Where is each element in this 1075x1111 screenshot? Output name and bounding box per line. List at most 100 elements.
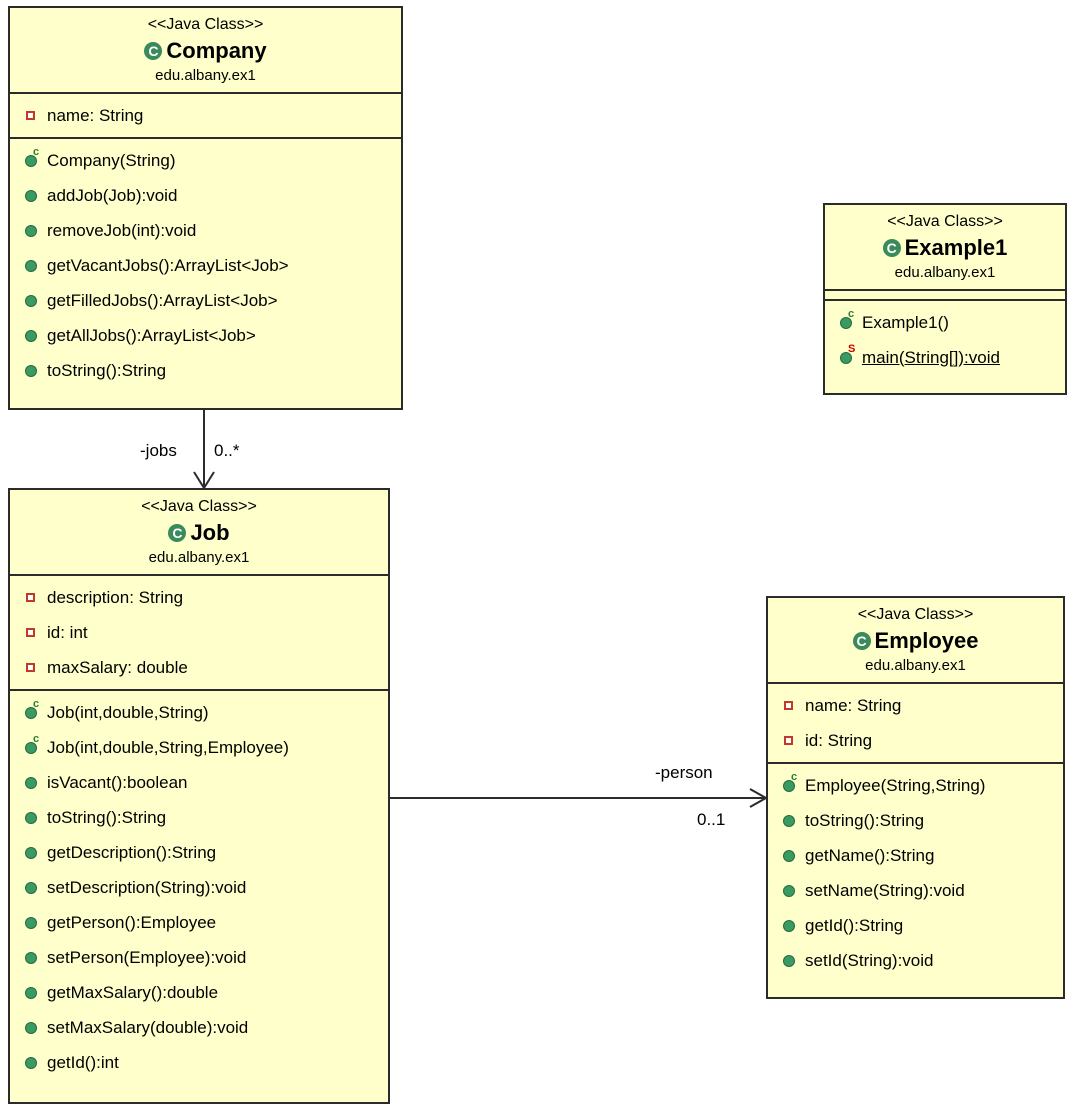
method-row[interactable]: getPerson():Employee [10,905,388,940]
method-row[interactable]: setPerson(Employee):void [10,940,388,975]
employee-class-box[interactable]: <<Java Class>> C Employee edu.albany.ex1… [766,596,1065,999]
method-label: getDescription():String [47,842,217,862]
employee-class-title: C Employee [768,626,1063,656]
public-method-icon [25,189,37,202]
field-row[interactable]: id: int [10,615,388,650]
static-marker: S [848,342,856,355]
public-method-icon [25,294,37,307]
method-row[interactable]: toString():String [768,803,1063,838]
constructor-icon: c [783,771,797,792]
person-role-label: -person [655,763,713,782]
method-row[interactable]: addJob(Job):void [10,178,401,213]
class-icon: C [852,632,871,650]
method-label: getAllJobs():ArrayList<Job> [47,325,256,345]
example1-package: edu.albany.ex1 [894,264,996,281]
method-label: toString():String [805,810,925,830]
method-row[interactable]: setMaxSalary(double):void [10,1010,388,1045]
method-row[interactable]: c Job(int,double,String,Employee) [10,730,388,765]
company-class-header: <<Java Class>> C Company edu.albany.ex1 [10,8,401,92]
field-row[interactable]: name: String [10,98,401,133]
method-row[interactable]: getName():String [768,838,1063,873]
employee-package: edu.albany.ex1 [865,657,966,674]
method-row[interactable]: c Company(String) [10,143,401,178]
constructor-marker: c [33,697,40,710]
method-row[interactable]: getMaxSalary():double [10,975,388,1010]
jobs-multiplicity-label: 0..* [214,441,240,460]
company-class-name: Company [166,38,267,63]
method-label: getName():String [805,845,935,865]
company-class-box[interactable]: <<Java Class>> C Company edu.albany.ex1 … [8,6,403,410]
method-row[interactable]: getFilledJobs():ArrayList<Job> [10,283,401,318]
method-row[interactable]: setName(String):void [768,873,1063,908]
public-method-icon [25,1021,37,1034]
job-class-box[interactable]: <<Java Class>> C Job edu.albany.ex1 desc… [8,488,390,1104]
public-method-icon [783,849,795,862]
public-method-icon [25,916,37,929]
employee-class-header: <<Java Class>> C Employee edu.albany.ex1 [768,598,1063,682]
method-label: setId(String):void [805,950,934,970]
public-method-icon [25,364,37,377]
method-row[interactable]: toString():String [10,800,388,835]
class-icon: C [144,42,163,60]
constructor-marker: c [848,307,855,320]
private-field-icon [26,111,35,120]
method-label: setMaxSalary(double):void [47,1017,249,1037]
example1-class-header: <<Java Class>> C Example1 edu.albany.ex1 [825,205,1065,289]
method-row[interactable]: Smain(String[]):void [825,340,1065,375]
method-row[interactable]: getVacantJobs():ArrayList<Job> [10,248,401,283]
method-label: Example1() [862,312,949,332]
example1-methods: c Example1() Smain(String[]):void [825,299,1065,379]
field-row[interactable]: id: String [768,723,1063,758]
job-stereotype: <<Java Class>> [141,498,257,515]
public-method-icon [25,329,37,342]
method-label: getFilledJobs():ArrayList<Job> [47,290,278,310]
company-methods: c Company(String) addJob(Job):void remove… [10,137,401,392]
method-row[interactable]: setId(String):void [768,943,1063,978]
method-row[interactable]: c Employee(String,String) [768,768,1063,803]
example1-class-name: Example1 [904,235,1008,260]
public-method-icon [783,814,795,827]
method-row[interactable]: getId():int [10,1045,388,1080]
method-label: getVacantJobs():ArrayList<Job> [47,255,289,275]
method-label: Job(int,double,String) [47,702,209,722]
public-method-icon [25,986,37,999]
field-label: name: String [805,695,902,715]
example1-stereotype: <<Java Class>> [887,213,1003,230]
public-method-icon [25,259,37,272]
constructor-icon: c [840,308,854,329]
method-row[interactable]: isVacant():boolean [10,765,388,800]
job-methods: c Job(int,double,String) c Job(int,double,… [10,689,388,1084]
private-field-icon [26,663,35,672]
method-label: Company(String) [47,150,176,170]
method-row[interactable]: c Job(int,double,String) [10,695,388,730]
public-method-icon [25,846,37,859]
public-method-icon [783,954,795,967]
employee-methods: c Employee(String,String) toString():Stri… [768,762,1063,982]
job-package: edu.albany.ex1 [148,549,250,566]
public-method-icon [25,224,37,237]
field-row[interactable]: description: String [10,580,388,615]
method-row[interactable]: setDescription(String):void [10,870,388,905]
method-label: getPerson():Employee [47,912,217,932]
method-label: getId():String [805,915,904,935]
method-row[interactable]: getAllJobs():ArrayList<Job> [10,318,401,353]
method-row[interactable]: c Example1() [825,305,1065,340]
method-row[interactable]: getDescription():String [10,835,388,870]
public-method-icon [783,919,795,932]
person-multiplicity-label: 0..1 [697,810,726,829]
jobs-role-label: -jobs [140,441,177,460]
field-label: id: String [805,730,873,750]
constructor-icon: c [25,146,39,167]
field-row[interactable]: maxSalary: double [10,650,388,685]
method-label: addJob(Job):void [47,185,178,205]
field-label: id: int [47,622,88,642]
example1-class-box[interactable]: <<Java Class>> C Example1 edu.albany.ex1… [823,203,1067,395]
method-row[interactable]: toString():String [10,353,401,388]
method-row[interactable]: removeJob(int):void [10,213,401,248]
company-class-title: C Company [10,36,401,66]
field-row[interactable]: name: String [768,688,1063,723]
example1-fields [825,289,1065,299]
constructor-icon: c [25,733,39,754]
method-label: toString():String [47,360,167,380]
method-row[interactable]: getId():String [768,908,1063,943]
